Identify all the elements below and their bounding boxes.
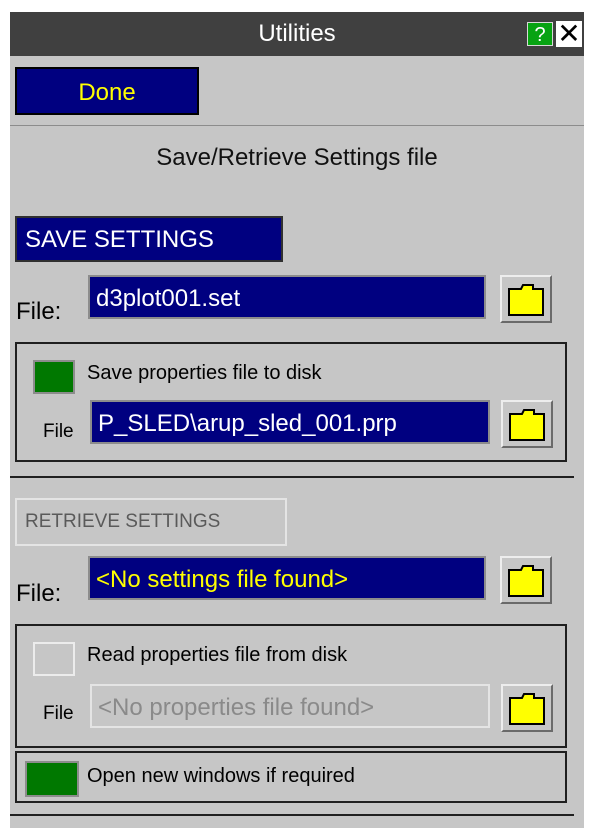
open-new-windows-label: Open new windows if required (87, 765, 355, 787)
retrieve-properties-label: Read properties file from disk (87, 644, 348, 666)
retrieve-properties-group: Read properties file from disk File <No … (15, 624, 567, 748)
save-properties-label: Save properties file to disk (87, 362, 322, 384)
help-icon[interactable]: ? (527, 22, 553, 46)
open-new-windows-checkbox[interactable] (25, 761, 79, 797)
retrieve-file-field[interactable]: <No settings file found> (88, 556, 486, 600)
divider (10, 476, 574, 478)
save-properties-checkbox[interactable] (33, 360, 75, 394)
save-settings-button[interactable]: SAVE SETTINGS (15, 216, 283, 262)
retrieve-file-label: File: (16, 580, 62, 607)
save-file-label: File: (16, 298, 62, 325)
folder-icon (508, 284, 544, 316)
utilities-panel: Utilities ? ✕ Done Save/Retrieve Setting… (10, 12, 584, 828)
save-file-browse-button[interactable] (500, 275, 552, 323)
section-heading: Save/Retrieve Settings file (156, 144, 438, 171)
save-file-field[interactable]: d3plot001.set (88, 275, 486, 319)
divider (10, 125, 584, 126)
title-bar[interactable]: Utilities ? ✕ (10, 12, 584, 56)
window-title: Utilities (258, 20, 336, 47)
save-properties-group: Save properties file to disk File P_SLED… (15, 342, 567, 462)
folder-icon (509, 693, 545, 725)
save-properties-file-label: File (43, 421, 74, 442)
retrieve-properties-file-field[interactable]: <No properties file found> (90, 684, 490, 728)
retrieve-file-browse-button[interactable] (500, 556, 552, 604)
folder-icon (508, 565, 544, 597)
retrieve-properties-browse-button[interactable] (501, 684, 553, 732)
folder-icon (509, 409, 545, 441)
close-icon[interactable]: ✕ (556, 20, 582, 48)
done-button[interactable]: Done (15, 67, 199, 115)
options-group: Open new windows if required (15, 751, 567, 803)
divider (10, 814, 574, 816)
retrieve-properties-file-label: File (43, 703, 74, 724)
save-properties-browse-button[interactable] (501, 400, 553, 448)
save-properties-file-field[interactable]: P_SLED\arup_sled_001.prp (90, 400, 490, 444)
retrieve-settings-button[interactable]: RETRIEVE SETTINGS (15, 498, 287, 546)
retrieve-properties-checkbox[interactable] (33, 642, 75, 676)
